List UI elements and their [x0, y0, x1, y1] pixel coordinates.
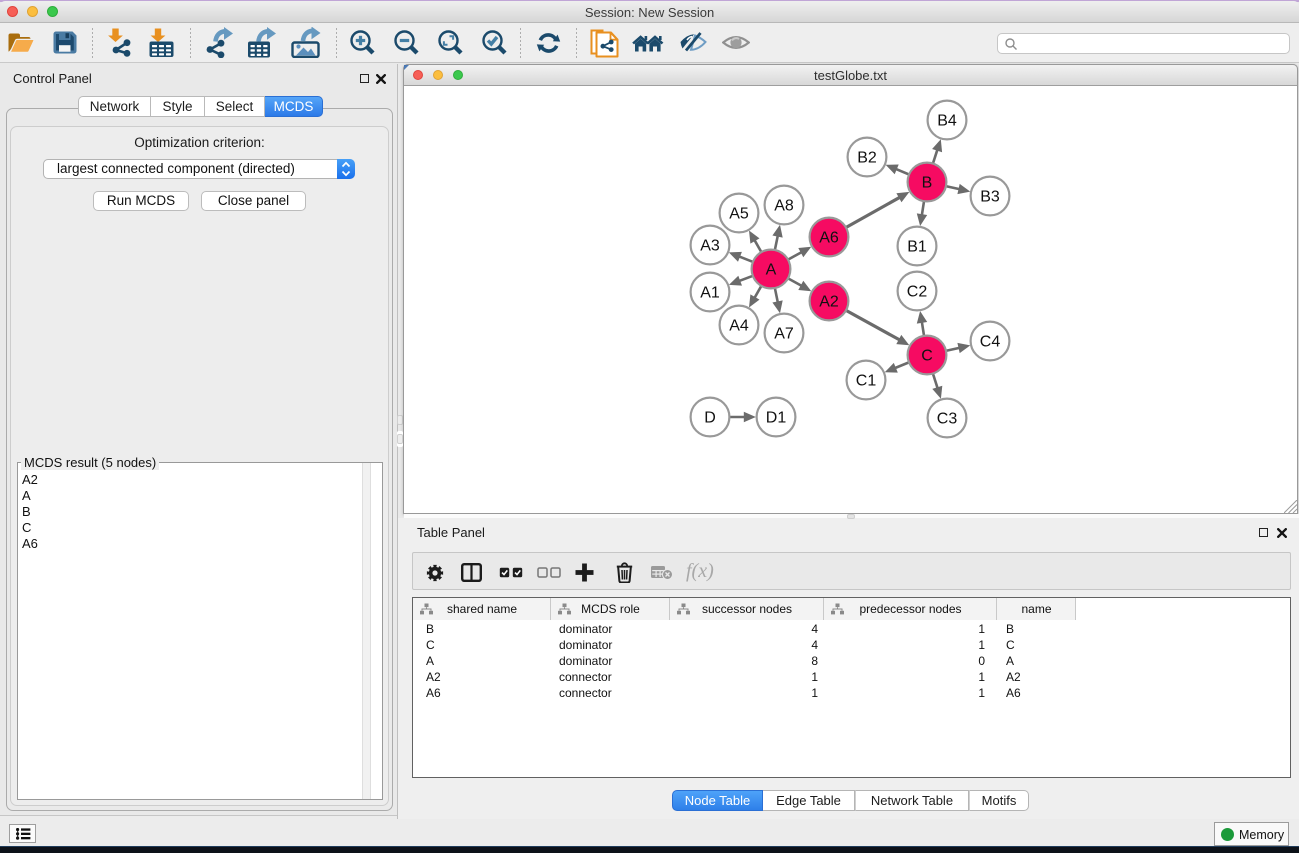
svg-text:C4: C4	[980, 334, 1001, 351]
svg-text:B2: B2	[857, 150, 877, 167]
svg-text:A5: A5	[729, 206, 749, 223]
svg-text:A2: A2	[819, 294, 839, 311]
svg-text:B: B	[922, 175, 933, 192]
svg-text:C: C	[921, 348, 933, 365]
svg-text:A6: A6	[819, 230, 839, 247]
svg-text:A: A	[766, 262, 777, 279]
svg-text:C3: C3	[937, 411, 958, 428]
svg-text:A1: A1	[700, 285, 720, 302]
svg-text:A7: A7	[774, 326, 794, 343]
svg-text:A8: A8	[774, 198, 794, 215]
svg-text:B4: B4	[937, 113, 957, 130]
svg-text:A3: A3	[700, 238, 720, 255]
svg-text:B1: B1	[907, 239, 927, 256]
svg-text:D1: D1	[766, 410, 787, 427]
svg-text:A4: A4	[729, 318, 749, 335]
svg-text:D: D	[704, 410, 716, 427]
svg-text:C2: C2	[907, 284, 928, 301]
svg-text:C1: C1	[856, 373, 877, 390]
svg-text:B3: B3	[980, 189, 1000, 206]
